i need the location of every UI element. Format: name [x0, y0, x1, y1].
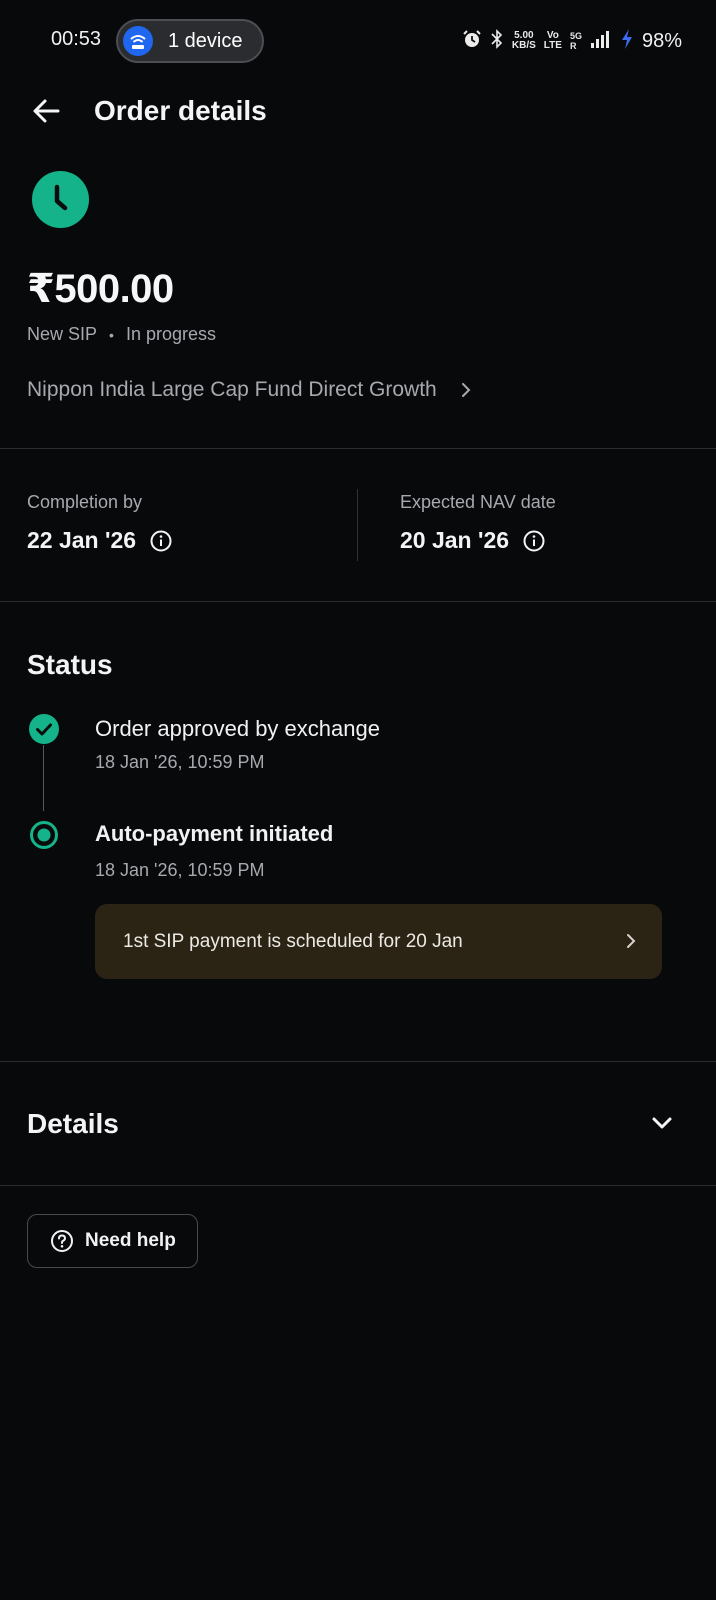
nav-date-block: Expected NAV date 20 Jan '26: [400, 492, 556, 554]
divider: [0, 448, 716, 449]
info-icon[interactable]: [150, 530, 172, 552]
fund-name: Nippon India Large Cap Fund Direct Growt…: [27, 378, 437, 401]
divider: [0, 601, 716, 602]
order-details-screen: 00:53 1 device 5.00 KB/S Vo LTE 5G R 98%…: [0, 0, 716, 1600]
clock-icon: [32, 171, 89, 228]
back-button[interactable]: [26, 90, 68, 132]
divider: [0, 1185, 716, 1186]
chevron-right-icon: [461, 383, 471, 397]
back-arrow-icon: [33, 99, 60, 123]
completion-label: Completion by: [27, 492, 143, 512]
nav-label: Expected NAV date: [400, 492, 556, 512]
hotspot-pill[interactable]: 1 device: [116, 19, 264, 63]
completion-value-row: 22 Jan '26: [27, 527, 172, 554]
need-help-button[interactable]: Need help: [27, 1214, 198, 1268]
chevron-right-icon: [627, 934, 636, 948]
timeline-line: [43, 745, 44, 811]
notice-text: 1st SIP payment is scheduled for 20 Jan: [123, 931, 463, 952]
status-bar: 00:53 1 device 5.00 KB/S Vo LTE 5G R 98%: [0, 0, 716, 84]
page-title: Order details: [94, 95, 267, 126]
volte-indicator: Vo LTE: [543, 30, 562, 51]
fund-link[interactable]: Nippon India Large Cap Fund Direct Growt…: [27, 378, 473, 402]
alarm-icon: [462, 29, 482, 54]
completion-value: 22 Jan '26: [27, 527, 137, 553]
status-icons: 5.00 KB/S Vo LTE 5G R 98%: [462, 26, 682, 56]
divider: [0, 1061, 716, 1062]
need-help-label: Need help: [85, 1230, 176, 1251]
order-state: In progress: [125, 324, 216, 344]
info-icon[interactable]: [523, 530, 545, 552]
step-title: Order approved by exchange: [95, 716, 380, 741]
check-circle-icon: [29, 714, 59, 744]
network-speed: 5.00 KB/S: [511, 30, 536, 51]
network-5g-indicator: 5G R: [569, 31, 582, 51]
completion-date-block: Completion by 22 Jan '26: [27, 492, 172, 554]
hotspot-label: 1 device: [168, 30, 243, 52]
help-circle-icon: [51, 1230, 73, 1252]
signal-icon: [590, 29, 612, 54]
order-amount: ₹500.00: [27, 267, 174, 311]
vertical-divider: [357, 489, 358, 561]
status-time: 00:53: [51, 28, 102, 50]
step-title: Auto-payment initiated: [95, 821, 334, 846]
nav-value-row: 20 Jan '26: [400, 527, 556, 554]
chevron-down-icon[interactable]: [648, 1113, 676, 1135]
step-time: 18 Jan '26, 10:59 PM: [95, 752, 265, 772]
progress-radio-icon: [30, 821, 58, 849]
details-title[interactable]: Details: [27, 1108, 119, 1140]
sip-schedule-notice[interactable]: 1st SIP payment is scheduled for 20 Jan: [95, 904, 662, 979]
order-meta: New SIP • In progress: [27, 324, 216, 345]
battery-level: 98%: [641, 29, 682, 52]
step-time: 18 Jan '26, 10:59 PM: [95, 860, 265, 880]
bluetooth-icon: [490, 28, 504, 54]
charging-icon: [620, 28, 634, 55]
separator-dot: •: [109, 326, 114, 343]
hotspot-icon: [123, 26, 153, 56]
order-type: New SIP: [27, 324, 98, 344]
status-title: Status: [27, 649, 113, 680]
nav-value: 20 Jan '26: [400, 527, 510, 553]
